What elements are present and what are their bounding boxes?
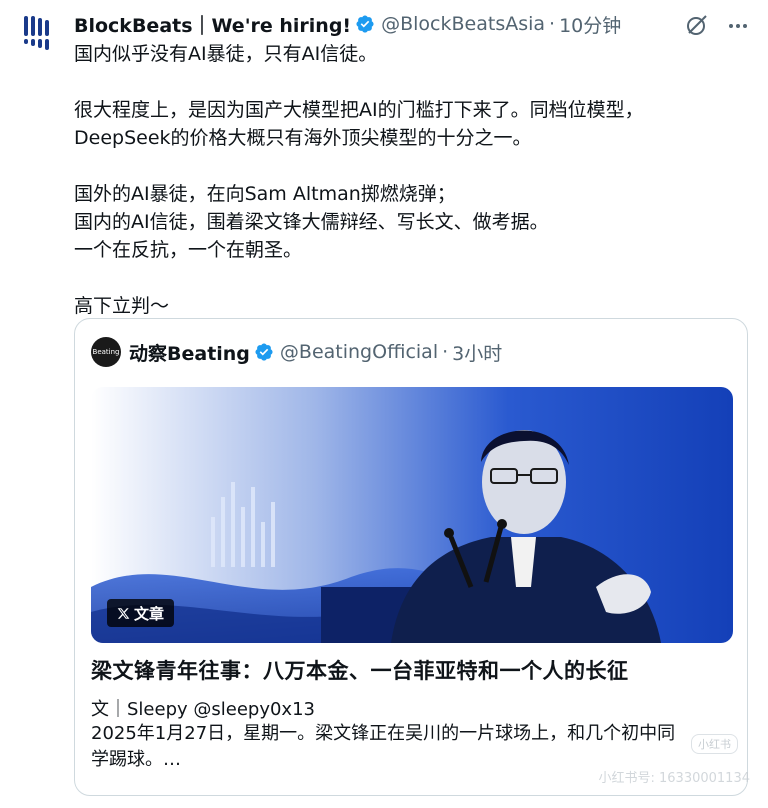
tweet-line: 国内的AI信徒，围着梁文锋大儒辩经、写长文、做考据。 bbox=[74, 211, 549, 233]
article-cover-illustration bbox=[91, 387, 733, 643]
article-summary: 2025年1月27日，星期一。梁文锋正在吴川的一片球场上，和几个初中同 学踢球。… bbox=[91, 721, 731, 773]
quoted-handle[interactable]: @BeatingOfficial bbox=[280, 341, 438, 363]
tweet-actions bbox=[684, 14, 750, 38]
article-title[interactable]: 梁文锋青年往事：八万本金、一台菲亚特和一个人的长征 bbox=[91, 655, 629, 685]
article-byline: 文｜Sleepy @sleepy0x13 bbox=[91, 699, 315, 720]
handle[interactable]: @BlockBeatsAsia bbox=[381, 13, 545, 35]
tweet-line bbox=[74, 68, 754, 96]
separator-dot: · bbox=[549, 13, 556, 35]
blockbeats-logo-icon bbox=[24, 16, 49, 50]
quoted-display-name[interactable]: 动察Beating bbox=[129, 339, 250, 366]
watermark: 小红书号: 16330001134 bbox=[598, 771, 751, 786]
display-name[interactable]: BlockBeats｜We're hiring! bbox=[74, 11, 351, 38]
article-badge: 文章 bbox=[107, 599, 175, 627]
summary-line: 2025年1月27日，星期一。梁文锋正在吴川的一片球场上，和几个初中同 bbox=[91, 723, 676, 744]
tweet-text: 国内似乎没有AI暴徒，只有AI信徒。 很大程度上，是因为国产大模型把AI的门槛打… bbox=[74, 40, 754, 320]
tweet-line bbox=[74, 264, 754, 292]
grok-icon[interactable] bbox=[684, 14, 708, 38]
verified-badge-icon bbox=[356, 15, 374, 33]
tweet-line: 高下立判～ bbox=[74, 295, 170, 317]
separator-dot: · bbox=[442, 341, 449, 363]
verified-badge-icon bbox=[255, 343, 273, 361]
quoted-tweet-card[interactable]: Beating 动察Beating @BeatingOfficial · 3小时 bbox=[74, 318, 748, 796]
watermark-logo: 小红书 bbox=[691, 734, 738, 754]
quoted-timestamp[interactable]: 3小时 bbox=[452, 339, 502, 366]
avatar[interactable] bbox=[14, 10, 62, 58]
tweet-line: 很大程度上，是因为国产大模型把AI的门槛打下来了。同档位模型， bbox=[74, 99, 644, 121]
quoted-tweet-header: Beating 动察Beating @BeatingOfficial · 3小时 bbox=[91, 337, 502, 367]
more-icon[interactable] bbox=[726, 14, 750, 38]
tweet-header: BlockBeats｜We're hiring! @BlockBeatsAsia… bbox=[74, 11, 621, 38]
tweet-line bbox=[74, 152, 754, 180]
article-cover-image[interactable]: 文章 bbox=[91, 387, 733, 643]
tweet-line: 一个在反抗，一个在朝圣。 bbox=[74, 239, 303, 261]
article-badge-label: 文章 bbox=[134, 604, 165, 623]
quoted-avatar[interactable]: Beating bbox=[91, 337, 121, 367]
x-logo-icon bbox=[117, 607, 130, 619]
tweet-line: DeepSeek的价格大概只有海外顶尖模型的十分之一。 bbox=[74, 127, 532, 149]
tweet-line: 国内似乎没有AI暴徒，只有AI信徒。 bbox=[74, 43, 378, 65]
tweet-line: 国外的AI暴徒，在向Sam Altman掷燃烧弹； bbox=[74, 183, 456, 205]
timestamp[interactable]: 10分钟 bbox=[559, 11, 621, 38]
